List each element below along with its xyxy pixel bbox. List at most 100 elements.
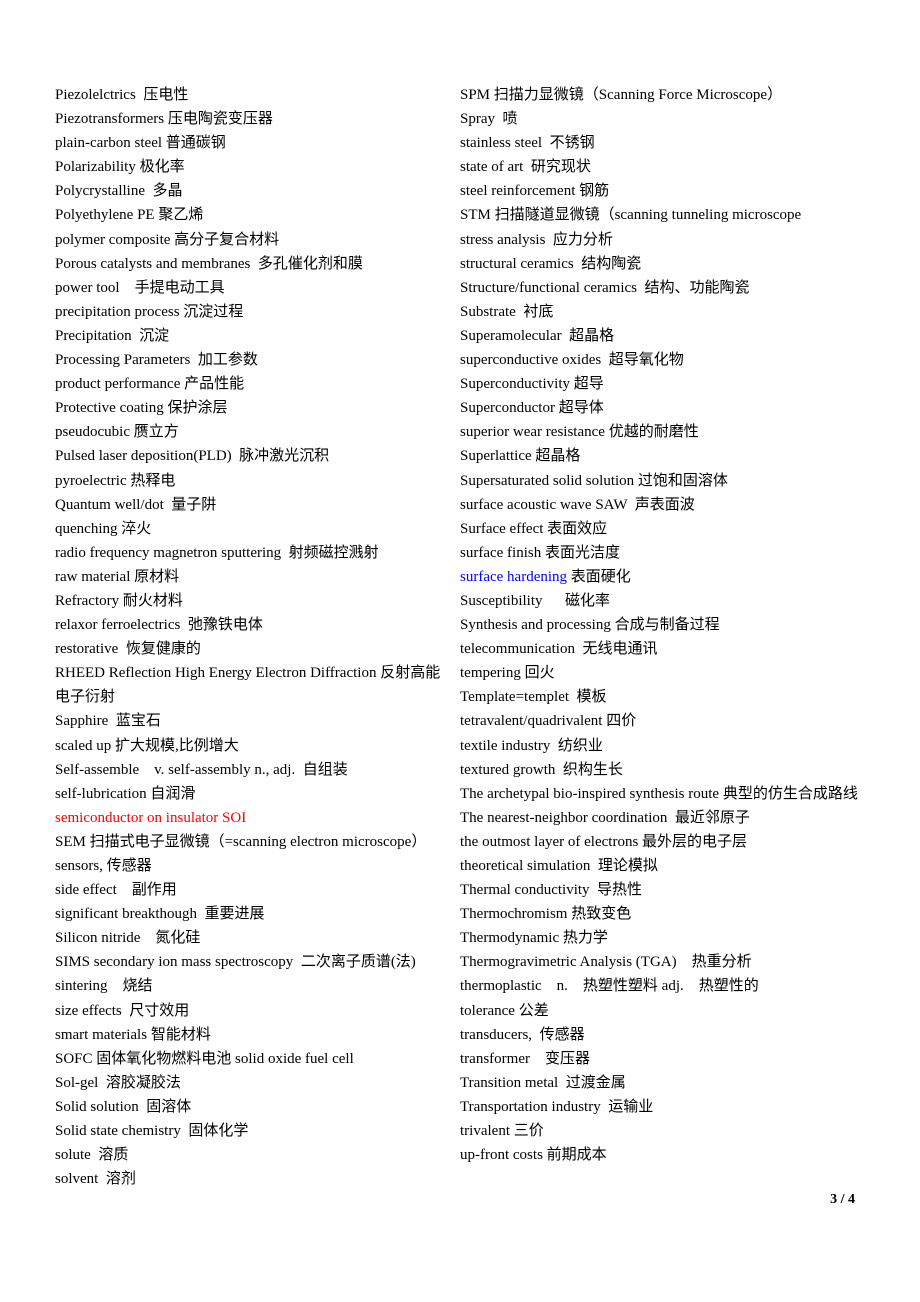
glossary-term: Transportation industry <box>460 1098 601 1115</box>
glossary-definition: 表面光洁度 <box>544 544 620 561</box>
glossary-definition: 固体氧化物燃料电池 solid oxide fuel cell <box>96 1050 354 1067</box>
glossary-entry: tetravalent/quadrivalent 四价 <box>460 709 860 733</box>
glossary-separator <box>667 810 675 826</box>
glossary-term: Sapphire <box>55 713 109 730</box>
glossary-entry: state of art 研究现状 <box>460 155 860 179</box>
glossary-definition: 扫描隧道显微镜（scanning tunneling microscope <box>494 207 802 224</box>
glossary-separator <box>590 882 598 898</box>
glossary-term: Surface effect <box>460 520 544 537</box>
glossary-term: Processing Parameters <box>55 352 191 369</box>
glossary-definition: 恢复健康的 <box>125 641 201 658</box>
glossary-term: STM <box>460 207 491 224</box>
glossary-definition: 压电性 <box>143 87 189 103</box>
glossary-entry: scaled up 扩大规模,比例增大 <box>55 734 455 758</box>
glossary-entry: Polycrystalline 多晶 <box>55 179 455 203</box>
glossary-term: Solid solution <box>55 1098 139 1115</box>
glossary-entry: size effects 尺寸效用 <box>55 999 455 1023</box>
glossary-separator <box>118 641 126 657</box>
glossary-separator <box>562 328 570 344</box>
glossary-separator <box>555 762 563 778</box>
glossary-term: quenching <box>55 520 118 537</box>
glossary-entry: Superconductor 超导体 <box>460 396 860 420</box>
glossary-term: Sol-gel <box>55 1074 99 1091</box>
glossary-entry: solvent 溶剂 <box>55 1167 455 1191</box>
glossary-definition: 运输业 <box>608 1098 654 1115</box>
glossary-term: raw material <box>55 568 131 585</box>
glossary-entry: Thermal conductivity 导热性 <box>460 878 860 902</box>
glossary-definition: 氮化硅 <box>155 930 201 947</box>
glossary-definition: 回火 <box>524 665 555 682</box>
glossary-definition: 传感器 <box>539 1026 585 1043</box>
glossary-entry: Polyethylene PE 聚乙烯 <box>55 203 455 227</box>
glossary-entry: self-lubrication 自润滑 <box>55 782 455 806</box>
glossary-entry: Superconductivity 超导 <box>460 372 860 396</box>
glossary-separator <box>293 954 301 970</box>
glossary-definition: 热重分析 <box>691 954 752 971</box>
glossary-entry: surface acoustic wave SAW 声表面波 <box>460 493 860 517</box>
glossary-definition: 无线电通讯 <box>582 641 658 658</box>
glossary-entry: stainless steel 不锈钢 <box>460 131 860 155</box>
glossary-definition: 耐火材料 <box>122 592 183 609</box>
glossary-entry: up-front costs 前期成本 <box>460 1143 860 1167</box>
glossary-definition: 产品性能 <box>184 376 245 393</box>
glossary-separator <box>677 954 692 970</box>
glossary-term: plain-carbon steel <box>55 135 163 152</box>
glossary-entry: superconductive oxides 超导氧化物 <box>460 348 860 372</box>
glossary-entry: SOFC 固体氧化物燃料电池 solid oxide fuel cell <box>55 1047 455 1071</box>
glossary-term: surface hardening <box>460 568 568 585</box>
glossary-definition: 射频磁控溅射 <box>288 544 379 561</box>
glossary-definition: 淬火 <box>121 520 152 537</box>
glossary-entry: Self-assemble v. self-assembly n., adj. … <box>55 758 455 782</box>
glossary-definition: 应力分析 <box>552 231 613 248</box>
glossary-term: scaled up <box>55 737 112 754</box>
glossary-definition: 磁化率 <box>565 592 611 609</box>
glossary-term: significant breakthough <box>55 906 198 923</box>
glossary-separator <box>590 858 598 874</box>
glossary-separator <box>569 689 577 705</box>
glossary-term: Thermodynamic <box>460 930 560 947</box>
glossary-entry: radio frequency magnetron sputtering 射频磁… <box>55 541 455 565</box>
glossary-definition: 典型的仿生合成路线 <box>722 785 858 802</box>
glossary-entry: Refractory 耐火材料 <box>55 589 455 613</box>
glossary-term: transducers, <box>460 1026 533 1043</box>
glossary-term: Porous catalysts and membranes <box>55 255 251 272</box>
glossary-definition: 不锈钢 <box>549 135 595 152</box>
glossary-entry: superior wear resistance 优越的耐磨性 <box>460 420 860 444</box>
glossary-definition: 溶质 <box>98 1147 129 1164</box>
glossary-definition: 热塑性塑料 adj. 热塑性的 <box>582 978 759 995</box>
glossary-term: Superconductivity <box>460 376 570 393</box>
glossary-separator <box>108 978 123 994</box>
glossary-definition: 结构陶瓷 <box>581 255 642 272</box>
glossary-entry: plain-carbon steel 普通碳钢 <box>55 131 455 155</box>
glossary-entry: Solid state chemistry 固体化学 <box>55 1119 455 1143</box>
glossary-entry: Precipitation 沉淀 <box>55 324 455 348</box>
glossary-definition: 公差 <box>518 1002 549 1019</box>
glossary-term: Transition metal <box>460 1074 559 1091</box>
glossary-entry: tolerance 公差 <box>460 999 860 1023</box>
glossary-entry: Transportation industry 运输业 <box>460 1095 860 1119</box>
glossary-definition: 扫描式电子显微镜（=scanning electron microscope） <box>89 833 427 850</box>
glossary-entry: Transition metal 过渡金属 <box>460 1071 860 1095</box>
glossary-entry: polymer composite 高分子复合材料 <box>55 228 455 252</box>
glossary-entry: precipitation process 沉淀过程 <box>55 300 455 324</box>
glossary-definition: 表面效应 <box>547 520 608 537</box>
glossary-entry: Synthesis and processing 合成与制备过程 <box>460 613 860 637</box>
glossary-term: Piezolelctrics <box>55 87 136 103</box>
glossary-entry: Supersaturated solid solution 过饱和固溶体 <box>460 469 860 493</box>
glossary-right-column: SPM 扫描力显微镜（Scanning Force Microscope） Spr… <box>460 83 860 1167</box>
glossary-definition: 衬底 <box>523 303 554 320</box>
glossary-separator <box>295 762 303 778</box>
glossary-term: Precipitation <box>55 327 132 344</box>
glossary-entry: Superlattice 超晶格 <box>460 444 860 468</box>
glossary-term: Template=templet <box>460 689 570 706</box>
glossary-definition: 优越的耐磨性 <box>608 424 699 441</box>
glossary-definition: 超导氧化物 <box>608 352 684 369</box>
glossary-entry: restorative 恢复健康的 <box>55 637 455 661</box>
glossary-term: radio frequency magnetron sputtering <box>55 544 282 561</box>
glossary-term: telecommunication <box>460 641 575 658</box>
glossary-entry: Thermodynamic 热力学 <box>460 926 860 950</box>
glossary-definition: 高分子复合材料 <box>174 231 280 248</box>
glossary-entry: pyroelectric 热释电 <box>55 469 455 493</box>
glossary-term: semiconductor on insulator SOI <box>55 809 247 826</box>
glossary-separator <box>568 978 583 994</box>
